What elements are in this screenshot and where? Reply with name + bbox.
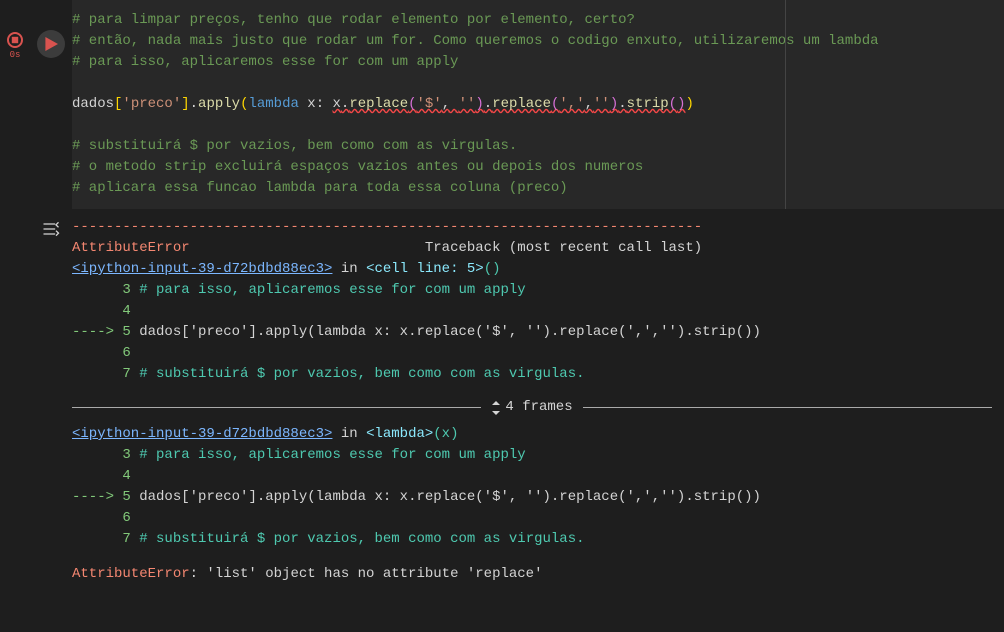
traceback-line: 4 [72,466,992,487]
error-divider: ----------------------------------------… [72,217,992,238]
frames-expander[interactable]: 4 frames [72,397,992,418]
stop-icon[interactable] [7,32,23,48]
code-comment: # para isso, aplicaremos esse for com um… [72,52,990,73]
code-blank [72,115,990,136]
traceback-line: 7 # substituirá $ por vazios, bem como c… [72,529,992,550]
output-toggle-icon[interactable] [41,219,61,632]
traceback-line: 7 # substituirá $ por vazios, bem como c… [72,364,992,385]
traceback-line: 6 [72,508,992,529]
frames-count: 4 frames [505,397,572,418]
traceback-file: <ipython-input-39-d72bdbd88ec3> in <cell… [72,259,992,280]
traceback-line: ----> 5 dados['preco'].apply(lambda x: x… [72,487,992,508]
code-comment: # o metodo strip excluirá espaços vazios… [72,157,990,178]
code-cell[interactable]: # para limpar preços, tenho que rodar el… [72,0,1004,209]
code-expression: dados['preco'].apply(lambda x: x.replace… [72,94,990,115]
execution-timer: 0s [10,50,21,60]
run-cell-button[interactable] [37,30,65,58]
traceback-line: ----> 5 dados['preco'].apply(lambda x: x… [72,322,992,343]
code-comment: # para limpar preços, tenho que rodar el… [72,10,990,31]
cell-output: ----------------------------------------… [30,209,1004,632]
left-gutter: 0s [0,0,30,632]
traceback-line: 3 # para isso, aplicaremos esse for com … [72,445,992,466]
code-blank [72,73,990,94]
traceback-line: 3 # para isso, aplicaremos esse for com … [72,280,992,301]
traceback-line: 6 [72,343,992,364]
code-comment: # aplicara essa funcao lambda para toda … [72,178,990,199]
error-final: AttributeError: 'list' object has no att… [72,564,992,585]
code-comment: # então, nada mais justo que rodar um fo… [72,31,990,52]
traceback-file: <ipython-input-39-d72bdbd88ec3> in <lamb… [72,424,992,445]
expand-frames-icon [491,401,501,415]
traceback-line: 4 [72,301,992,322]
traceback-link[interactable]: <ipython-input-39-d72bdbd88ec3> [72,261,332,277]
code-comment: # substituirá $ por vazios, bem como com… [72,136,990,157]
error-header: AttributeError Traceback (most recent ca… [72,238,992,259]
traceback-link[interactable]: <ipython-input-39-d72bdbd88ec3> [72,426,332,442]
